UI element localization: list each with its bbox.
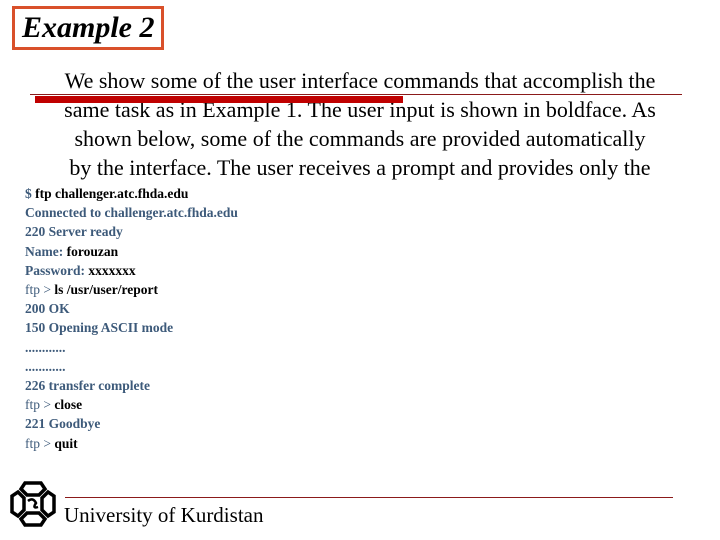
user-input-text: xxxxxxx — [88, 262, 136, 278]
user-input-text: ls /usr/user/report — [54, 282, 158, 298]
slide-title: Example 2 — [22, 11, 155, 44]
text-underline — [30, 94, 482, 95]
transcript-line: 220 Server ready — [25, 222, 238, 241]
paragraph-line: by the interface. The user receives a pr… — [69, 155, 651, 180]
ftp-session-transcript: $ ftp challenger.atc.fhda.edu Connected t… — [25, 184, 238, 453]
server-output-text: 200 OK — [25, 301, 70, 317]
prompt-text: $ — [25, 186, 36, 201]
transcript-line: Name: forouzan — [25, 242, 238, 261]
transcript-line: 226 transfer complete — [25, 376, 238, 395]
transcript-line: ftp > close — [25, 395, 238, 414]
transcript-line: ............ — [25, 338, 238, 357]
paragraph-clip: We show some of the user interface comma… — [0, 60, 720, 182]
server-output-text: 220 Server ready — [25, 224, 123, 240]
intro-paragraph: We show some of the user interface comma… — [18, 66, 702, 182]
server-output-text: Connected to challenger.atc.fhda.edu — [25, 205, 238, 221]
footer-divider — [65, 497, 673, 498]
server-output-text: 221 Goodbye — [25, 416, 101, 432]
server-output-text: ............ — [25, 358, 66, 374]
transcript-line: $ ftp challenger.atc.fhda.edu — [25, 184, 238, 203]
prompt-text: ftp > — [25, 397, 55, 413]
server-output-text: 226 transfer complete — [25, 378, 150, 394]
text-underline-extension — [482, 94, 682, 95]
transcript-line: ............ — [25, 357, 238, 376]
transcript-line: ftp > ls /usr/user/report — [25, 280, 238, 299]
transcript-line: ftp > quit — [25, 434, 238, 453]
transcript-line: Password: xxxxxxx — [25, 261, 238, 280]
prompt-text: ftp > — [25, 435, 55, 451]
server-output-text: 150 Opening ASCII mode — [25, 320, 174, 336]
prompt-text: Name: — [25, 243, 67, 259]
paragraph-line: shown below, some of the commands are pr… — [74, 126, 646, 151]
transcript-line: Connected to challenger.atc.fhda.edu — [25, 203, 238, 222]
user-input-text: ftp challenger.atc.fhda.edu — [35, 186, 189, 201]
prompt-text: Password: — [25, 262, 89, 278]
university-logo-icon — [10, 481, 56, 527]
prompt-text: ftp > — [25, 282, 55, 298]
transcript-line: 150 Opening ASCII mode — [25, 318, 238, 337]
transcript-line: 200 OK — [25, 299, 238, 318]
server-output-text: ............ — [25, 339, 66, 355]
highlight-bar — [35, 96, 403, 103]
user-input-text: quit — [54, 435, 78, 451]
user-input-text: forouzan — [66, 243, 119, 259]
transcript-line: 221 Goodbye — [25, 414, 238, 433]
paragraph-line: We show some of the user interface comma… — [64, 68, 656, 93]
institution-name: University of Kurdistan — [64, 503, 264, 527]
user-input-text: close — [54, 397, 83, 413]
